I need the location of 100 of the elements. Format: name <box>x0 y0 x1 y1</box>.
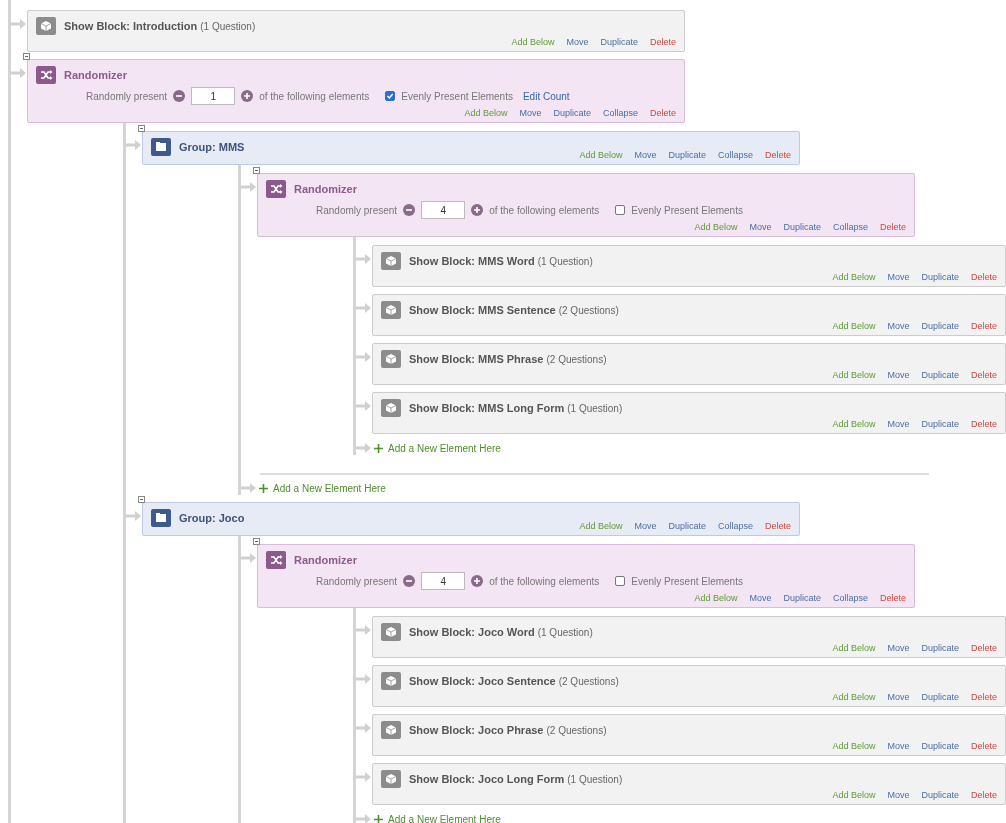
connector-arrow <box>356 721 372 735</box>
following-elements-label: of the following elements <box>489 204 600 216</box>
checkbox[interactable] <box>615 576 626 586</box>
action-link[interactable]: Duplicate <box>553 108 591 118</box>
randomizer-title: Randomizer <box>294 554 357 566</box>
action-link[interactable]: Delete <box>650 37 676 47</box>
action-link[interactable]: Collapse <box>717 521 753 531</box>
checkbox[interactable] <box>615 205 626 215</box>
action-link[interactable]: Move <box>749 222 772 232</box>
cube-icon <box>381 770 401 788</box>
action-link[interactable]: Move <box>887 419 910 429</box>
action-link[interactable]: Add Below <box>832 419 876 429</box>
action-link[interactable]: Duplicate <box>921 741 959 751</box>
action-link[interactable]: Delete <box>971 419 997 429</box>
action-link[interactable]: Move <box>887 272 910 282</box>
edit-count-link[interactable]: Edit Count <box>522 90 570 102</box>
checkbox-label: Evenly Present Elements <box>631 575 743 587</box>
action-link[interactable]: Duplicate <box>668 521 706 531</box>
minus-icon[interactable] <box>403 575 416 587</box>
action-link[interactable]: Move <box>749 593 772 603</box>
plus-icon[interactable] <box>471 575 484 587</box>
action-link[interactable]: Move <box>887 692 910 702</box>
checkbox[interactable] <box>385 91 396 101</box>
action-link[interactable]: Delete <box>971 643 997 653</box>
action-link[interactable]: Delete <box>971 692 997 702</box>
action-link[interactable]: Add Below <box>832 321 876 331</box>
action-link[interactable]: Duplicate <box>921 370 959 380</box>
connector-arrow <box>241 180 257 194</box>
action-link[interactable]: Move <box>887 790 910 800</box>
question-count: (1 Question) <box>567 773 623 785</box>
cube-icon <box>381 672 401 690</box>
action-link[interactable]: Duplicate <box>668 150 706 160</box>
randomly-present-label: Randomly present <box>86 90 168 102</box>
action-link[interactable]: Add Below <box>832 790 876 800</box>
connector-arrow <box>241 551 257 565</box>
collapse-toggle-icon[interactable] <box>253 167 260 174</box>
action-link[interactable]: Duplicate <box>783 222 821 232</box>
action-link[interactable]: Duplicate <box>783 593 821 603</box>
action-link[interactable]: Collapse <box>602 108 638 118</box>
action-link[interactable]: Duplicate <box>921 321 959 331</box>
action-link[interactable]: Move <box>887 370 910 380</box>
block-title: Show Block: Introduction <box>64 20 198 32</box>
action-link[interactable]: Add Below <box>832 643 876 653</box>
action-link[interactable]: Add Below <box>579 521 623 531</box>
action-link[interactable]: Delete <box>650 108 676 118</box>
action-link[interactable]: Move <box>566 37 589 47</box>
question-count: (2 Questions) <box>558 304 619 316</box>
count-input[interactable]: 1 <box>191 87 236 105</box>
question-count: (1 Question) <box>537 255 593 267</box>
action-link[interactable]: Add Below <box>832 692 876 702</box>
action-link[interactable]: Move <box>634 521 657 531</box>
add-element-link[interactable]: Add a New Element Here <box>374 813 501 823</box>
action-link[interactable]: Add Below <box>694 593 738 603</box>
randomizer-title: Randomizer <box>64 69 127 81</box>
collapse-toggle-icon[interactable] <box>23 53 30 60</box>
connector-arrow <box>126 509 142 523</box>
action-link[interactable]: Duplicate <box>921 419 959 429</box>
plus-icon <box>374 443 383 453</box>
action-link[interactable]: Delete <box>880 222 906 232</box>
action-link[interactable]: Move <box>634 150 657 160</box>
minus-icon[interactable] <box>403 204 416 216</box>
action-link[interactable]: Delete <box>971 272 997 282</box>
action-link[interactable]: Add Below <box>694 222 738 232</box>
count-input[interactable]: 4 <box>421 572 466 590</box>
action-link[interactable]: Collapse <box>832 222 868 232</box>
action-link[interactable]: Delete <box>765 521 791 531</box>
action-link[interactable]: Duplicate <box>600 37 638 47</box>
count-input[interactable]: 4 <box>421 201 466 219</box>
add-element-link[interactable]: Add a New Element Here <box>374 442 501 454</box>
action-link[interactable]: Move <box>887 643 910 653</box>
action-link[interactable]: Duplicate <box>921 790 959 800</box>
action-link[interactable]: Duplicate <box>921 643 959 653</box>
action-link[interactable]: Add Below <box>464 108 508 118</box>
action-link[interactable]: Delete <box>971 741 997 751</box>
plus-icon[interactable] <box>241 90 254 102</box>
action-link[interactable]: Add Below <box>832 272 876 282</box>
plus-icon[interactable] <box>471 204 484 216</box>
action-link[interactable]: Delete <box>971 321 997 331</box>
action-link[interactable]: Move <box>887 321 910 331</box>
collapse-toggle-icon[interactable] <box>138 496 145 503</box>
minus-icon[interactable] <box>173 90 186 102</box>
collapse-toggle-icon[interactable] <box>138 125 145 132</box>
action-link[interactable]: Add Below <box>511 37 555 47</box>
cube-icon <box>381 252 401 270</box>
action-link[interactable]: Delete <box>971 370 997 380</box>
action-link[interactable]: Add Below <box>832 741 876 751</box>
action-link[interactable]: Delete <box>765 150 791 160</box>
action-link[interactable]: Collapse <box>717 150 753 160</box>
action-link[interactable]: Add Below <box>579 150 623 160</box>
action-link[interactable]: Duplicate <box>921 692 959 702</box>
collapse-toggle-icon[interactable] <box>253 538 260 545</box>
folder-icon <box>151 138 171 156</box>
action-link[interactable]: Duplicate <box>921 272 959 282</box>
action-link[interactable]: Add Below <box>832 370 876 380</box>
action-link[interactable]: Move <box>519 108 542 118</box>
action-link[interactable]: Collapse <box>832 593 868 603</box>
add-element-link[interactable]: Add a New Element Here <box>259 482 386 494</box>
action-link[interactable]: Delete <box>880 593 906 603</box>
action-link[interactable]: Move <box>887 741 910 751</box>
action-link[interactable]: Delete <box>971 790 997 800</box>
